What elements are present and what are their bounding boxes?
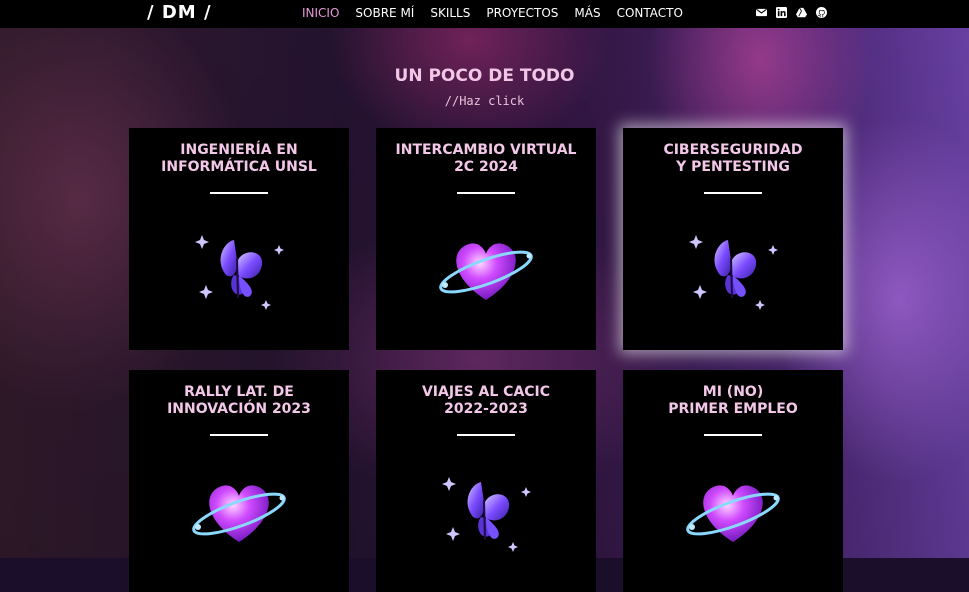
card-divider xyxy=(457,192,515,194)
heart-icon xyxy=(184,462,294,562)
card-title: INGENIERÍA EN INFORMÁTICA UNSL xyxy=(161,142,317,175)
nav-skills[interactable]: SKILLS xyxy=(430,6,470,20)
site-logo[interactable]: / DM / xyxy=(147,2,212,23)
card-title: CIBERSEGURIDAD Y PENTESTING xyxy=(663,142,803,175)
nav-sobre-mi[interactable]: SOBRE MÍ xyxy=(355,6,414,20)
social-links xyxy=(756,7,827,18)
section-title: UN POCO DE TODO xyxy=(394,66,575,86)
card-title: INTERCAMBIO VIRTUAL 2C 2024 xyxy=(395,142,577,175)
butterfly-icon xyxy=(184,220,294,320)
drive-icon[interactable] xyxy=(796,7,807,18)
top-navbar: / DM / INICIO SOBRE MÍ SKILLS PROYECTOS … xyxy=(0,0,969,28)
card-ciberseguridad[interactable]: CIBERSEGURIDAD Y PENTESTING xyxy=(623,128,843,350)
card-title: RALLY LAT. DE INNOVACIÓN 2023 xyxy=(167,384,311,417)
card-ingenieria[interactable]: INGENIERÍA EN INFORMÁTICA UNSL xyxy=(129,128,349,350)
card-title: MI (NO) PRIMER EMPLEO xyxy=(668,384,798,417)
heart-icon xyxy=(678,462,788,562)
heart-icon xyxy=(431,220,541,320)
main-nav: INICIO SOBRE MÍ SKILLS PROYECTOS MÁS CON… xyxy=(302,6,683,20)
nav-inicio[interactable]: INICIO xyxy=(302,6,339,20)
card-divider xyxy=(210,434,268,436)
card-divider xyxy=(210,192,268,194)
card-rally[interactable]: RALLY LAT. DE INNOVACIÓN 2023 xyxy=(129,370,349,592)
linkedin-icon[interactable] xyxy=(776,7,787,18)
nav-mas[interactable]: MÁS xyxy=(574,6,600,20)
card-divider xyxy=(704,434,762,436)
mail-icon[interactable] xyxy=(756,7,767,18)
nav-proyectos[interactable]: PROYECTOS xyxy=(486,6,558,20)
butterfly-icon xyxy=(678,220,788,320)
card-viajes-cacic[interactable]: VIAJES AL CACIC 2022-2023 xyxy=(376,370,596,592)
card-divider xyxy=(704,192,762,194)
card-primer-empleo[interactable]: MI (NO) PRIMER EMPLEO xyxy=(623,370,843,592)
card-divider xyxy=(457,434,515,436)
butterfly-icon xyxy=(431,462,541,562)
github-icon[interactable] xyxy=(816,7,827,18)
card-intercambio[interactable]: INTERCAMBIO VIRTUAL 2C 2024 xyxy=(376,128,596,350)
section-subtitle: //Haz click xyxy=(444,94,525,108)
card-title: VIAJES AL CACIC 2022-2023 xyxy=(421,384,551,417)
nav-contacto[interactable]: CONTACTO xyxy=(617,6,683,20)
